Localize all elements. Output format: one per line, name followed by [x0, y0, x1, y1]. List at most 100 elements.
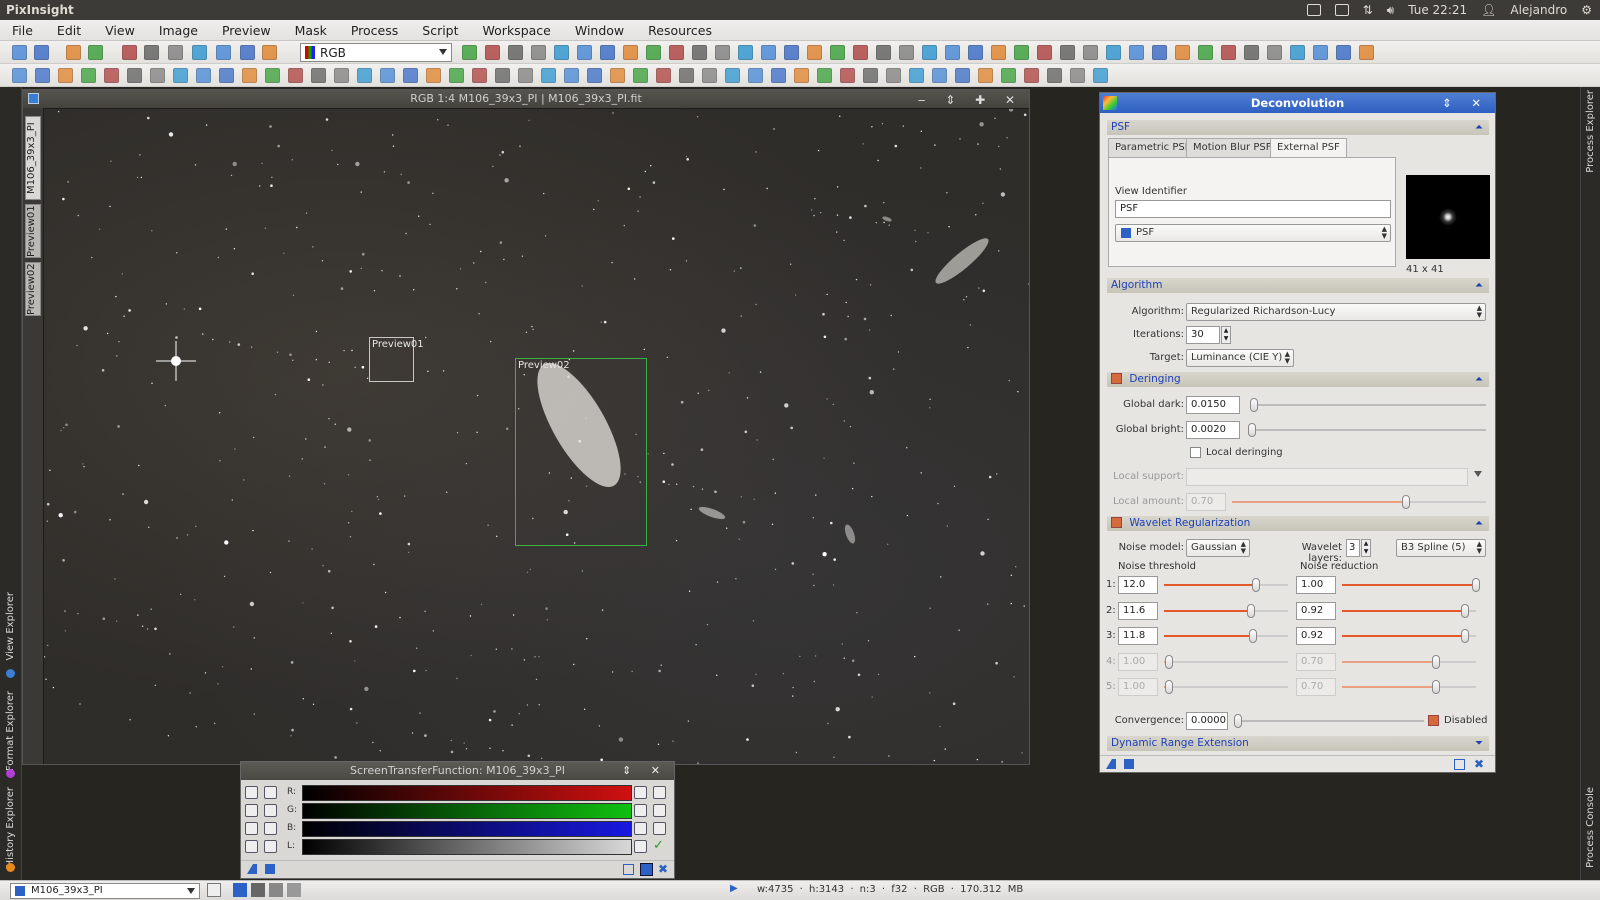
menu-window[interactable]: Window [563, 23, 636, 38]
toolbar-button-icon[interactable] [462, 45, 477, 60]
noise-reduction-slider-knob[interactable] [1461, 603, 1470, 618]
toolbar-button-icon[interactable] [830, 45, 845, 60]
toolbar-button-icon[interactable] [1152, 45, 1167, 60]
noise-reduction-slider[interactable] [1342, 660, 1476, 663]
tab-motion-blur-psf[interactable]: Motion Blur PSF [1186, 138, 1279, 158]
local-support-dropdown-icon[interactable] [1474, 471, 1482, 477]
toolbar-button-icon[interactable] [610, 68, 625, 83]
toolbar-button-icon[interactable] [1221, 45, 1236, 60]
mode-icon[interactable] [207, 883, 221, 897]
menu-edit[interactable]: Edit [45, 23, 93, 38]
volume-icon[interactable]: 🔊︎ [1387, 3, 1395, 18]
noise-reduction-input[interactable]: 0.70 [1296, 652, 1336, 671]
noise-threshold-slider-knob[interactable] [1164, 654, 1173, 669]
window-controls[interactable]: ‒ ⇕ ✚ ✕ [918, 91, 1023, 109]
global-bright-slider[interactable] [1250, 429, 1486, 431]
stf-window-controls[interactable]: ⇕ ✕ [622, 762, 668, 780]
noise-threshold-slider-knob[interactable] [1246, 603, 1255, 618]
toolbar-button-icon[interactable] [1359, 45, 1374, 60]
preview02-box[interactable]: Preview02 [515, 358, 647, 546]
menu-process[interactable]: Process [339, 23, 410, 38]
section-wavelet-regularization[interactable]: Wavelet Regularization ⏶ [1107, 516, 1489, 531]
toolbar-button-icon[interactable] [886, 68, 901, 83]
toolbar-button-icon[interactable] [725, 68, 740, 83]
collapse-up-icon[interactable]: ⏶ [1475, 120, 1483, 135]
collapse-up-icon[interactable]: ⏶ [1475, 278, 1483, 293]
view-selector[interactable]: M106_39x3_PI [10, 883, 200, 899]
display-mode-3-icon[interactable] [269, 883, 283, 897]
toolbar-button-icon[interactable] [240, 45, 255, 60]
noise-reduction-input[interactable]: 0.92 [1296, 627, 1336, 645]
toolbar-button-icon[interactable] [932, 68, 947, 83]
toolbar-button-icon[interactable] [702, 68, 717, 83]
tab-external-psf[interactable]: External PSF [1270, 138, 1347, 158]
stf-plus-icon[interactable] [264, 804, 277, 817]
noise-threshold-slider[interactable] [1164, 686, 1288, 688]
toolbar-button-icon[interactable] [991, 45, 1006, 60]
tab-view-explorer[interactable]: View Explorer [5, 592, 16, 661]
toolbar-button-icon[interactable] [840, 68, 855, 83]
local-amount-slider-knob[interactable] [1402, 495, 1410, 509]
toolbar-button-icon[interactable] [577, 45, 592, 60]
noise-threshold-slider[interactable] [1164, 609, 1288, 612]
toolbar-button-icon[interactable] [508, 45, 523, 60]
toolbar-button-icon[interactable] [738, 45, 753, 60]
global-bright-input[interactable]: 0.0020 [1186, 421, 1240, 439]
stf-link-icon[interactable] [245, 786, 258, 799]
new-instance-icon[interactable] [1106, 759, 1116, 769]
stf-grid-icon[interactable] [245, 840, 258, 853]
toolbar-button-icon[interactable] [12, 45, 27, 60]
toolbar-button-icon[interactable] [403, 68, 418, 83]
toolbar-button-icon[interactable] [1014, 45, 1029, 60]
stf-arrow-up-icon[interactable] [264, 786, 277, 799]
toolbar-button-icon[interactable] [58, 68, 73, 83]
stf-reset-b-icon[interactable] [634, 822, 647, 835]
toolbar-button-icon[interactable] [633, 68, 648, 83]
toolbar-button-icon[interactable] [192, 45, 207, 60]
toolbar-button-icon[interactable] [518, 68, 533, 83]
preview-icon[interactable] [623, 864, 634, 875]
algorithm-select[interactable]: Regularized Richardson-Lucy ▲ ▼ [1186, 303, 1486, 321]
toolbar-button-icon[interactable] [1060, 45, 1075, 60]
toolbar-button-icon[interactable] [219, 68, 234, 83]
tab-parametric-psf[interactable]: Parametric PSF [1108, 138, 1198, 158]
global-dark-input[interactable]: 0.0150 [1186, 396, 1240, 414]
toolbar-button-icon[interactable] [150, 68, 165, 83]
toolbar-button-icon[interactable] [922, 45, 937, 60]
collapse-up-icon[interactable]: ⏶ [1475, 516, 1483, 531]
stf-window[interactable]: ScreenTransferFunction: M106_39x3_PI ⇕ ✕… [240, 761, 675, 879]
iterations-spinner[interactable]: ▲ ▼ [1221, 326, 1231, 344]
toolbar-button-icon[interactable] [876, 45, 891, 60]
iterations-input[interactable]: 30 [1186, 326, 1220, 344]
local-deringing-checkbox[interactable] [1190, 447, 1201, 458]
toolbar-button-icon[interactable] [1106, 45, 1121, 60]
toolbar-button-icon[interactable] [817, 68, 832, 83]
noise-threshold-slider-knob[interactable] [1251, 578, 1260, 592]
display-mode-2-icon[interactable] [251, 883, 265, 897]
toolbar-button-icon[interactable] [669, 45, 684, 60]
toolbar-button-icon[interactable] [1336, 45, 1351, 60]
view-identifier-input[interactable]: PSF [1115, 200, 1391, 218]
scaling-function-select[interactable]: B3 Spline (5) ▲ ▼ [1396, 539, 1486, 557]
toolbar-button-icon[interactable] [168, 45, 183, 60]
apply-global-icon[interactable] [1124, 759, 1134, 769]
toolbar-button-icon[interactable] [1175, 45, 1190, 60]
deconvolution-titlebar[interactable]: Deconvolution ⇕ ✕ [1100, 93, 1495, 113]
noise-threshold-slider-knob[interactable] [1249, 629, 1258, 643]
stf-bar-b[interactable] [302, 821, 632, 837]
toolbar-button-icon[interactable] [899, 45, 914, 60]
toolbar-button-icon[interactable] [1083, 45, 1098, 60]
toolbar-button-icon[interactable] [472, 68, 487, 83]
convergence-input[interactable]: 0.0000 [1186, 712, 1228, 730]
stf-bar-r[interactable] [302, 785, 632, 801]
global-dark-slider-knob[interactable] [1250, 398, 1258, 412]
convergence-slider-knob[interactable] [1234, 714, 1242, 728]
toolbar-button-icon[interactable] [127, 68, 142, 83]
toolbar-button-icon[interactable] [853, 45, 868, 60]
noise-threshold-input[interactable]: 11.6 [1118, 601, 1158, 620]
section-psf[interactable]: PSF ⏶ [1107, 120, 1489, 135]
wavelet-enable-checkbox[interactable] [1111, 517, 1122, 528]
toolbar-button-icon[interactable] [646, 45, 661, 60]
toolbar-button-icon[interactable] [541, 68, 556, 83]
toolbar-button-icon[interactable] [242, 68, 257, 83]
